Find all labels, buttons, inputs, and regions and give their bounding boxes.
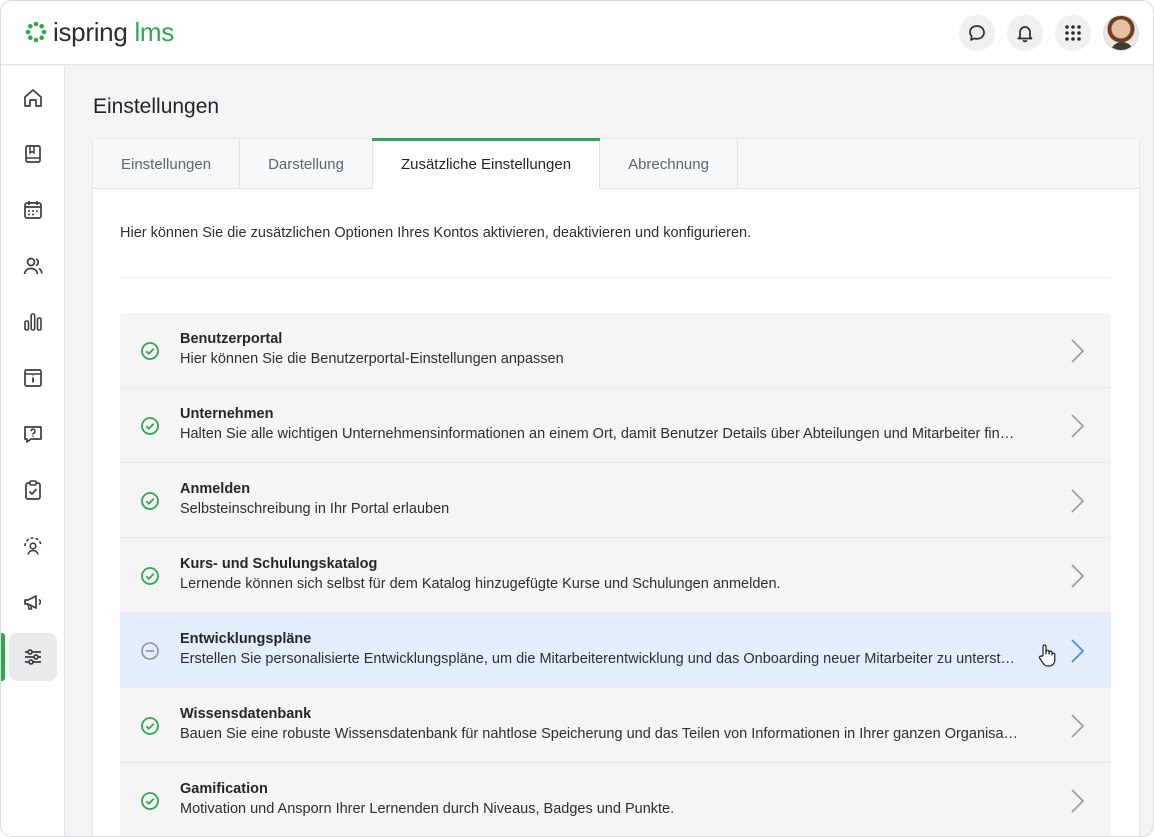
tab-darstellung[interactable]: Darstellung [240, 139, 373, 189]
option-title: Kurs- und Schulungskatalog [180, 556, 378, 572]
option-title: Gamification [180, 781, 268, 797]
option-description: Motivation und Ansporn Ihrer Lernenden d… [180, 801, 675, 817]
user-avatar[interactable] [1103, 15, 1139, 51]
sidebar-item-feedback[interactable] [9, 522, 57, 570]
options-list: Benutzerportal Hier können Sie die Benut… [120, 313, 1111, 836]
sidebar-active-indicator [1, 633, 5, 681]
sidebar-item-settings[interactable] [9, 633, 57, 681]
sidebar-item-announcements[interactable] [9, 578, 57, 626]
logo-text-lms: lms [134, 17, 174, 47]
divider [120, 277, 1110, 278]
option-title: Entwicklungspläne [180, 631, 312, 647]
page-title: Einstellungen [93, 95, 220, 118]
tab-einstellungen[interactable]: Einstellungen [93, 139, 241, 189]
apps-grid-icon [1065, 25, 1081, 41]
chat-icon [969, 25, 985, 41]
chat-button[interactable] [959, 15, 995, 51]
sidebar-item-reports[interactable] [9, 298, 57, 346]
option-description: Selbsteinschreibung in Ihr Portal erlaub… [180, 501, 450, 517]
check-circle-icon [141, 717, 159, 735]
clipboard-check-icon [25, 480, 41, 500]
intro-text: Hier können Sie die zusätzlichen Optione… [120, 225, 752, 241]
chevron-right-icon [1071, 714, 1085, 738]
option-description: Lernende können sich selbst für dem Kata… [180, 576, 781, 592]
logo-spinner-icon [25, 21, 47, 43]
sidebar-item-assignments[interactable] [9, 466, 57, 514]
sidebar-item-calendar[interactable] [9, 186, 57, 234]
sidebar-item-info[interactable] [9, 354, 57, 402]
logo-text-ispring: ispring [53, 17, 128, 47]
sidebar [1, 66, 65, 836]
chevron-right-icon [1071, 339, 1085, 363]
sidebar-item-library[interactable] [9, 130, 57, 178]
check-circle-icon [141, 492, 159, 510]
user-feedback-icon [24, 537, 42, 555]
home-icon [24, 89, 42, 107]
option-description: Hier können Sie die Benutzerportal-Einst… [180, 351, 564, 367]
notifications-button[interactable] [1007, 15, 1043, 51]
list-item-kurs-katalog[interactable]: Kurs- und Schulungskatalog Lernende könn… [120, 538, 1111, 613]
check-circle-icon [141, 342, 159, 360]
check-circle-icon [141, 792, 159, 810]
sidebar-item-home[interactable] [9, 74, 57, 122]
chevron-right-icon [1071, 489, 1085, 513]
check-circle-icon [141, 417, 159, 435]
question-chat-icon [24, 426, 42, 443]
bell-icon [1017, 26, 1033, 43]
option-description: Bauen Sie eine robuste Wissensdatenbank … [180, 726, 1022, 742]
option-title: Wissensdatenbank [180, 706, 312, 722]
avatar-shirt [1110, 42, 1134, 50]
list-item-unternehmen[interactable]: Unternehmen Halten Sie alle wichtigen Un… [120, 388, 1111, 463]
settings-card: Einstellungen Darstellung Zusätzliche Ei… [93, 138, 1139, 836]
megaphone-icon [24, 595, 42, 610]
tab-abrechnung[interactable]: Abrechnung [600, 139, 738, 189]
sidebar-item-questions[interactable] [9, 410, 57, 458]
sidebar-item-users[interactable] [9, 242, 57, 290]
users-icon [23, 257, 43, 275]
list-item-entwicklungsplaene[interactable]: Entwicklungspläne Erstellen Sie personal… [120, 613, 1111, 688]
sliders-icon [25, 649, 41, 665]
minus-circle-icon [141, 642, 159, 660]
app-window: ispring lms Einstellungen Einstellungen … [0, 0, 1154, 837]
logo-text: ispring lms [53, 19, 174, 45]
calendar-icon [24, 201, 42, 219]
option-title: Anmelden [180, 481, 251, 497]
top-header: ispring lms [1, 1, 1153, 65]
bar-chart-icon [24, 313, 42, 331]
option-description: Erstellen Sie personalisierte Entwicklun… [180, 651, 1022, 667]
option-title: Unternehmen [180, 406, 274, 422]
chevron-right-icon [1071, 414, 1085, 438]
apps-button[interactable] [1055, 15, 1091, 51]
chevron-right-icon [1071, 789, 1085, 813]
hand-cursor-icon [1038, 644, 1056, 667]
list-item-wissensdatenbank[interactable]: Wissensdatenbank Bauen Sie eine robuste … [120, 688, 1111, 763]
option-description: Halten Sie alle wichtigen Unternehmensin… [180, 426, 1022, 442]
book-icon [25, 145, 41, 163]
tab-bar: Einstellungen Darstellung Zusätzliche Ei… [93, 138, 1139, 189]
chevron-right-icon [1071, 639, 1085, 663]
list-item-gamification[interactable]: Gamification Motivation und Ansporn Ihre… [120, 763, 1111, 836]
option-title: Benutzerportal [180, 331, 283, 347]
list-item-anmelden[interactable]: Anmelden Selbsteinschreibung in Ihr Port… [120, 463, 1111, 538]
ispring-logo[interactable]: ispring lms [25, 19, 174, 45]
check-circle-icon [141, 567, 159, 585]
info-archive-icon [24, 369, 42, 387]
tab-zusaetzliche-einstellungen[interactable]: Zusätzliche Einstellungen [371, 138, 601, 189]
list-item-benutzerportal[interactable]: Benutzerportal Hier können Sie die Benut… [120, 313, 1111, 388]
chevron-right-icon [1071, 564, 1085, 588]
